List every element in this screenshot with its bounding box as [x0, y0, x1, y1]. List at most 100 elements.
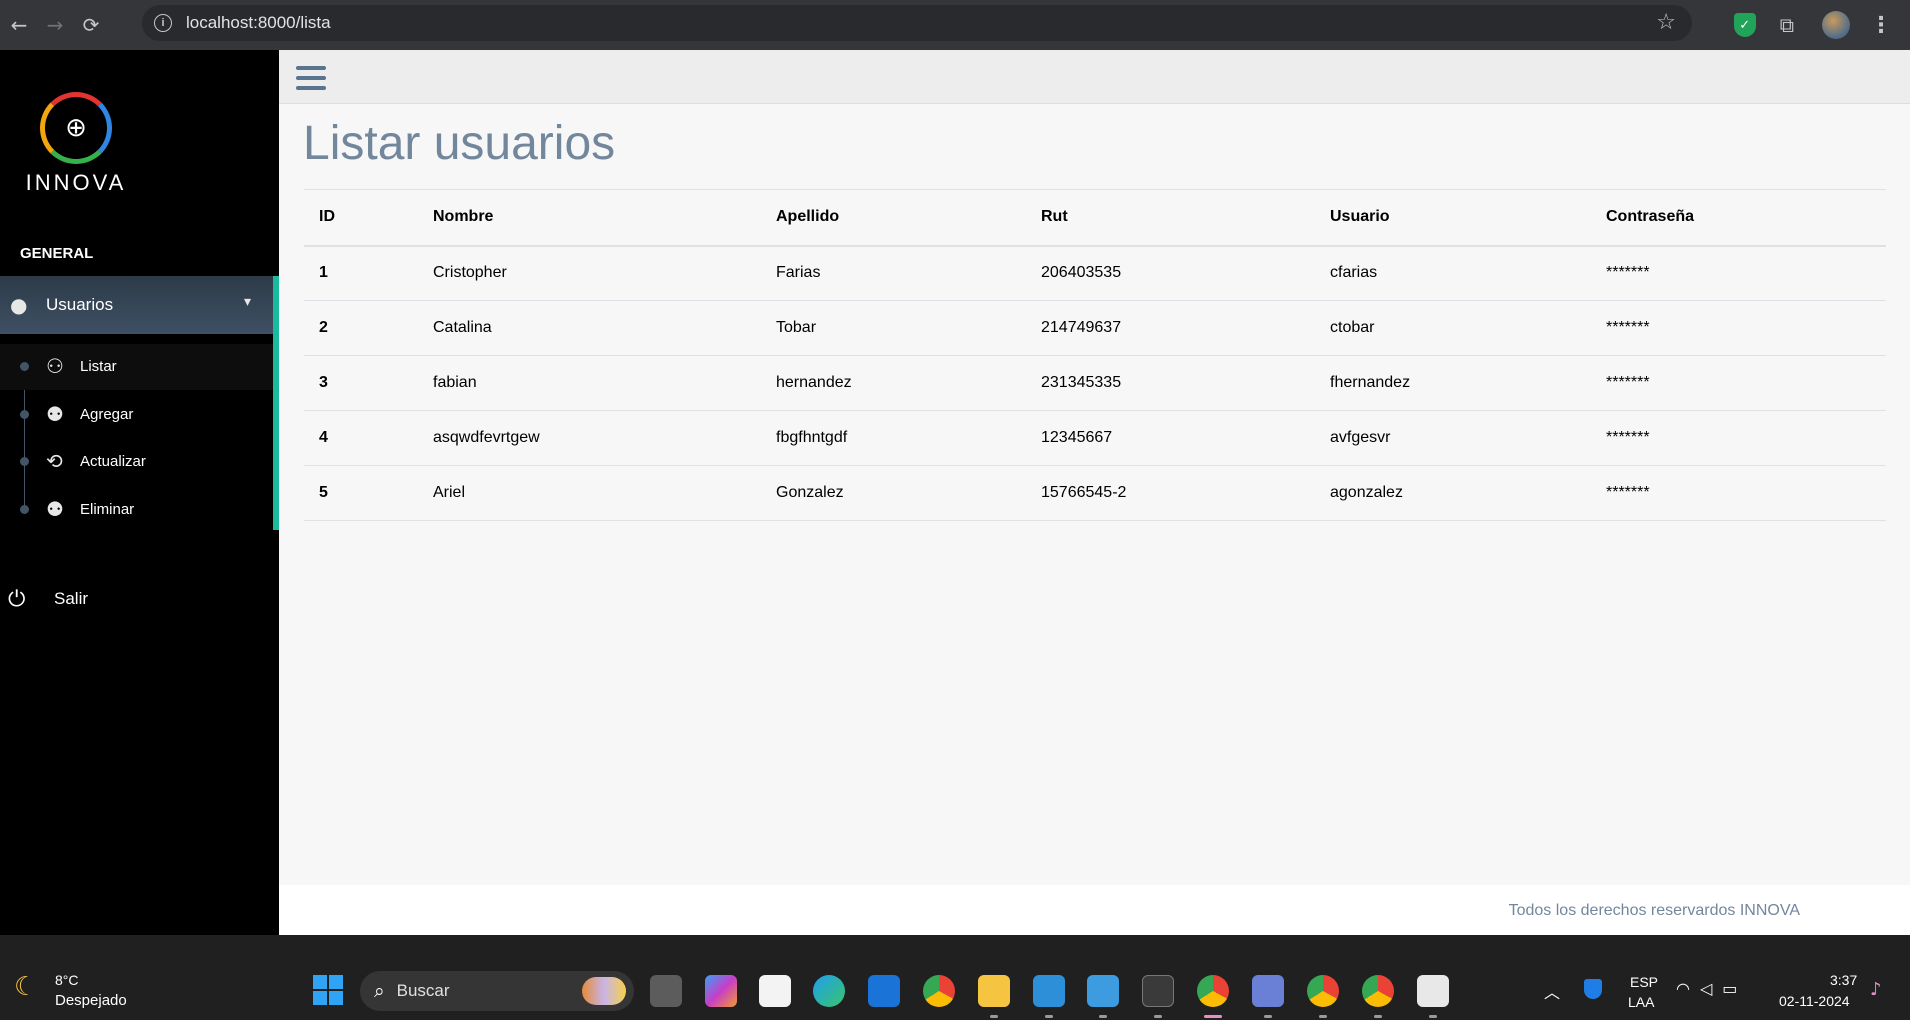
- footer-text: Todos los derechos reservardos INNOVA: [1508, 902, 1800, 919]
- clock-date[interactable]: 02-11-2024: [1779, 993, 1850, 1009]
- cell-apellido: fbgfhntgdf: [761, 410, 1026, 466]
- cell-usuario: fhernandez: [1315, 355, 1591, 411]
- cell-id: 1: [304, 245, 418, 301]
- cell-id: 2: [304, 300, 418, 356]
- chrome-icon-3[interactable]: [1362, 975, 1394, 1007]
- reload-icon[interactable]: ⟳: [80, 13, 102, 37]
- section-title: GENERAL: [20, 245, 94, 262]
- shield-extension-icon[interactable]: ✓: [1733, 13, 1756, 37]
- task-view-icon[interactable]: [650, 975, 682, 1007]
- bookmark-star-icon[interactable]: ☆: [1656, 10, 1676, 35]
- cell-usuario: avfgesvr: [1315, 410, 1591, 466]
- taskbar-search[interactable]: ⌕ Buscar: [360, 971, 634, 1011]
- media-player-icon[interactable]: [1252, 975, 1284, 1007]
- cell-nombre: fabian: [418, 355, 761, 411]
- taskbar: ☾ 8°C Despejado ⌕ Buscar ︿ ESP LAA ◠◁▭ 3…: [0, 935, 1910, 1020]
- sidebar-item-label: Salir: [54, 589, 89, 608]
- search-highlight-icon: [582, 977, 626, 1005]
- cell-nombre: Ariel: [418, 465, 761, 521]
- extensions-puzzle-icon[interactable]: ⧉: [1780, 13, 1794, 37]
- column-header: Apellido: [761, 189, 1026, 247]
- chrome-icon[interactable]: [923, 975, 955, 1007]
- cell-nombre: Cristopher: [418, 245, 761, 301]
- browser-menu-icon[interactable]: ⋮: [1870, 13, 1892, 38]
- table-header-row: ID Nombre Apellido Rut Usuario Contraseñ…: [304, 189, 1886, 247]
- cell-contrasena: *******: [1591, 465, 1886, 521]
- weather-temperature[interactable]: 8°C: [55, 972, 79, 988]
- column-header: ID: [304, 189, 418, 247]
- cell-apellido: Tobar: [761, 300, 1026, 356]
- sidebar-item-agregar[interactable]: ⚉ Agregar: [0, 392, 273, 438]
- snipping-tool-icon[interactable]: [1417, 975, 1449, 1007]
- chrome-profile-icon[interactable]: [1197, 975, 1229, 1007]
- running-indicator: [990, 1015, 998, 1018]
- cell-id: 3: [304, 355, 418, 411]
- language-code[interactable]: ESP: [1630, 974, 1658, 990]
- store-icon[interactable]: [759, 975, 791, 1007]
- profile-avatar[interactable]: [1822, 11, 1850, 39]
- user-times-icon: ⚉: [46, 497, 64, 521]
- cell-id: 4: [304, 410, 418, 466]
- sidebar-item-usuarios[interactable]: ● Usuarios ▾: [0, 276, 273, 334]
- edge-icon[interactable]: [813, 975, 845, 1007]
- sidebar-item-listar[interactable]: ⚇ Listar: [0, 344, 273, 390]
- sidebar-item-label: Usuarios: [46, 295, 114, 314]
- terminal-icon[interactable]: [1142, 975, 1174, 1007]
- submenu-dot: [20, 362, 29, 371]
- table-row: 3 fabian hernandez 231345335 fhernandez …: [304, 355, 1886, 411]
- running-indicator: [1099, 1015, 1107, 1018]
- cell-rut: 231345335: [1026, 355, 1315, 411]
- copilot-icon[interactable]: [705, 975, 737, 1007]
- browser-toolbar: ← → ⟳ i localhost:8000/lista ☆ ✓ ⧉ ⋮: [0, 0, 1910, 50]
- submenu-dot: [20, 505, 29, 514]
- table-row: 4 asqwdfevrtgew fbgfhntgdf 12345667 avfg…: [304, 410, 1886, 466]
- active-indicator: [1204, 1015, 1222, 1018]
- weather-description[interactable]: Despejado: [55, 992, 127, 1009]
- sidebar-item-eliminar[interactable]: ⚉ Eliminar: [0, 487, 273, 533]
- vscode-icon[interactable]: [1033, 975, 1065, 1007]
- logo-text: INNOVA: [25, 170, 127, 195]
- sidebar-item-salir[interactable]: ⏻ Salir: [0, 576, 273, 622]
- outlook-icon[interactable]: [868, 975, 900, 1007]
- moon-weather-icon[interactable]: ☾: [14, 972, 37, 1002]
- address-bar[interactable]: i localhost:8000/lista ☆: [142, 5, 1692, 41]
- sidebar: ⊕ INNOVA GENERAL ● Usuarios ▾ ⚇ Listar ⚉…: [0, 50, 279, 935]
- running-indicator: [1264, 1015, 1272, 1018]
- clock-time[interactable]: 3:37: [1830, 972, 1857, 988]
- security-shield-icon[interactable]: [1584, 979, 1602, 999]
- cell-rut: 12345667: [1026, 410, 1315, 466]
- browser-extensions: ✓ ⧉ ⋮: [1733, 0, 1910, 50]
- users-table: ID Nombre Apellido Rut Usuario Contraseñ…: [304, 189, 1886, 521]
- user-icon: ●: [10, 293, 28, 317]
- notification-bell-icon[interactable]: ♪: [1870, 979, 1882, 1000]
- cell-rut: 15766545-2: [1026, 465, 1315, 521]
- table-row: 1 Cristopher Farias 206403535 cfarias **…: [304, 245, 1886, 301]
- cell-apellido: Gonzalez: [761, 465, 1026, 521]
- cell-usuario: cfarias: [1315, 245, 1591, 301]
- chevron-up-icon[interactable]: ︿: [1544, 979, 1560, 1003]
- column-header: Nombre: [418, 189, 761, 247]
- hamburger-menu-icon[interactable]: [296, 66, 326, 90]
- notepad-icon[interactable]: [1087, 975, 1119, 1007]
- logo[interactable]: ⊕ INNOVA: [20, 92, 132, 196]
- submenu-label: Eliminar: [80, 501, 135, 518]
- cell-usuario: agonzalez: [1315, 465, 1591, 521]
- file-explorer-icon[interactable]: [978, 975, 1010, 1007]
- back-icon[interactable]: ←: [8, 13, 30, 37]
- windows-start-icon[interactable]: [313, 975, 343, 1005]
- footer: Todos los derechos reservardos INNOVA: [279, 885, 1910, 935]
- search-icon: ⌕: [374, 980, 385, 1002]
- url-text[interactable]: localhost:8000/lista: [186, 13, 331, 33]
- site-info-icon[interactable]: i: [154, 14, 172, 32]
- chrome-icon-2[interactable]: [1307, 975, 1339, 1007]
- table-row: 2 Catalina Tobar 214749637 ctobar ******…: [304, 300, 1886, 356]
- cell-contrasena: *******: [1591, 410, 1886, 466]
- submenu-label: Actualizar: [80, 453, 146, 470]
- users-icon: ⚇: [46, 354, 64, 378]
- sidebar-item-actualizar[interactable]: ⟲ Actualizar: [0, 439, 273, 485]
- submenu-dot: [20, 457, 29, 466]
- forward-icon[interactable]: →: [44, 13, 66, 37]
- cell-contrasena: *******: [1591, 300, 1886, 356]
- wifi-volume-battery-icons[interactable]: ◠◁▭: [1676, 979, 1747, 998]
- keyboard-layout[interactable]: LAA: [1628, 994, 1654, 1010]
